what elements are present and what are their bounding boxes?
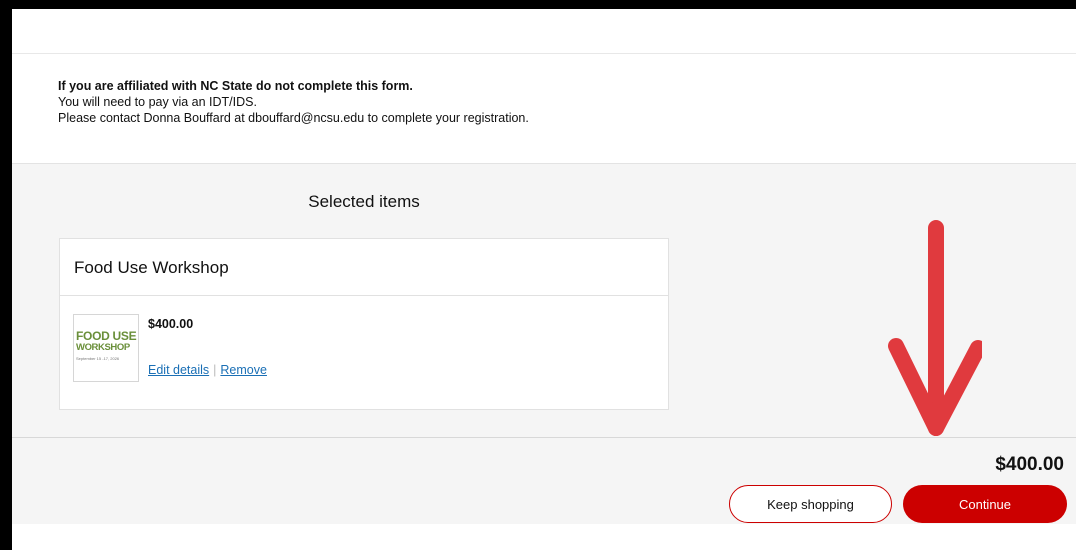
remove-link[interactable]: Remove [220,363,267,377]
card-divider [60,295,668,296]
item-price: $400.00 [148,317,194,331]
thumbnail-text-date: September 15 -17, 2026 [76,356,120,361]
keep-shopping-button[interactable]: Keep shopping [729,485,892,523]
edit-details-link[interactable]: Edit details [148,363,209,377]
thumbnail-text-line1: FOOD USE [76,329,137,343]
item-title: Food Use Workshop [74,258,229,277]
down-arrow-annotation-icon [888,220,982,436]
item-thumbnail: FOOD USE WORKSHOP September 15 -17, 2026 [73,314,139,382]
item-actions: Edit details | Remove [148,363,267,377]
link-separator: | [213,363,217,377]
thumbnail-text-line2: WORKSHOP [76,342,130,353]
affiliation-notice: If you are affiliated with NC State do n… [58,78,529,126]
cart-total: $400.00 [995,454,1064,475]
notice-heading: If you are affiliated with NC State do n… [58,79,413,93]
header-divider [12,53,1076,54]
notice-contact-text: Please contact Donna Bouffard at dbouffa… [58,111,529,125]
notice-payment-text: You will need to pay via an IDT/IDS. [58,95,257,109]
selected-items-heading: Selected items [308,192,420,211]
continue-button[interactable]: Continue [903,485,1067,523]
cart-item-card: Food Use Workshop FOOD USE WORKSHOP Sept… [59,238,669,410]
